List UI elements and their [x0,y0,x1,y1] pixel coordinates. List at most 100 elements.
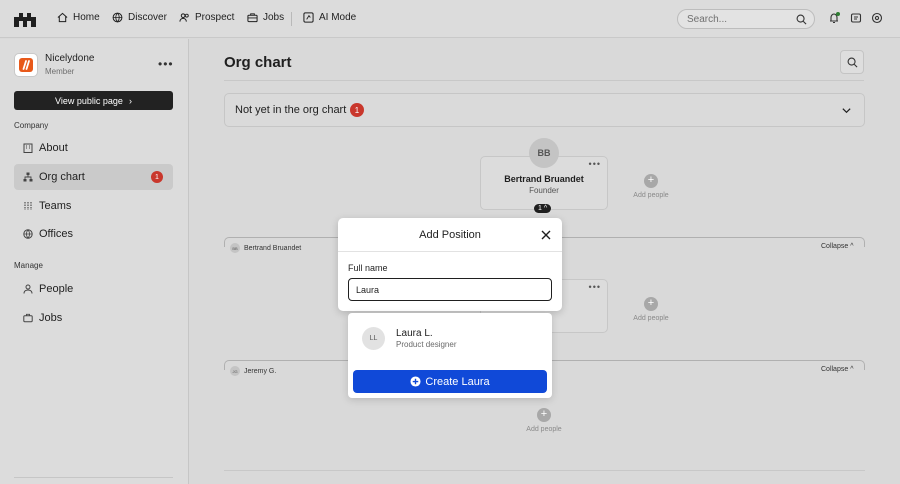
card-role: Founder [529,186,559,195]
notification-dot [836,12,840,16]
chevron-up-icon: ^ [850,243,854,250]
add-people-label: Add people [526,426,562,433]
company-section-label: Company [14,121,49,130]
sidebar-item-teams-label: Teams [39,200,72,212]
nav-home[interactable]: Home [57,12,100,23]
org-search-button[interactable] [840,50,864,74]
chevron-up-icon: ^ [543,205,548,212]
avatar: LL [362,327,385,350]
more-options-icon[interactable]: ••• [158,57,174,71]
plus-circle-icon [410,376,421,387]
sidebar-item-offices[interactable]: Offices [14,221,173,247]
card-more-icon[interactable]: ••• [589,159,601,169]
manage-section-label: Manage [14,261,43,270]
add-position-modal: Add Position Full name [338,218,562,311]
building-icon [23,143,33,153]
name-suggestions-dropdown: LL Laura L. Product designer Create Laur… [348,313,552,398]
nav-jobs[interactable]: Jobs [247,12,284,23]
people-icon [179,13,189,22]
plus-icon: + [644,174,658,188]
content-divider [224,470,865,471]
title-divider [224,80,864,81]
sidebar-item-teams[interactable]: Teams [14,193,173,219]
suggestion-name[interactable]: Laura L. [396,328,433,339]
reports-count: 1 [538,205,542,212]
not-yet-count-badge: 1 [350,103,364,117]
briefcase-icon [247,13,258,23]
view-public-page-label: View public page [55,95,123,106]
add-people-button[interactable]: + Add people [514,408,574,433]
mini-avatar: BB [230,243,240,253]
group-owner-name: Bertrand Bruandet [244,244,302,252]
brand-icon [19,58,33,72]
search-icon [796,14,807,25]
nav-ai-mode[interactable]: AI Mode [303,12,356,23]
messages-icon[interactable] [850,12,862,24]
sidebar-item-people[interactable]: People [14,276,173,302]
chevron-up-icon: ^ [850,366,854,373]
add-people-button[interactable]: + Add people [621,297,681,322]
org-chart-count-badge: 1 [151,171,163,183]
people-icon [23,284,33,294]
collapse-label: Collapse [821,366,849,373]
settings-icon[interactable] [871,12,883,24]
add-people-label: Add people [633,315,669,322]
sidebar-item-org-chart[interactable]: Org chart 1 [14,164,173,190]
avatar: BB [529,138,559,168]
nav-divider [291,12,292,26]
view-public-page-button[interactable]: View public page › [14,91,173,110]
chevron-down-icon[interactable] [841,105,852,116]
brand-role: Member [45,67,75,76]
group-owner-name: Jeremy G. [244,367,277,375]
plus-icon: + [537,408,551,422]
modal-divider [338,251,562,252]
sidebar-item-people-label: People [39,283,74,295]
nav-home-label: Home [73,12,100,23]
not-yet-in-org-chart-panel[interactable]: Not yet in the org chart 1 [224,93,865,127]
full-name-input[interactable] [348,278,552,301]
teams-icon [24,202,32,210]
add-people-button[interactable]: + Add people [621,174,681,199]
card-name: Bertrand Bruandet [504,174,584,184]
nav-prospect-label: Prospect [195,12,235,23]
nav-discover-label: Discover [128,12,167,23]
sidebar-item-jobs[interactable]: Jobs [14,305,173,331]
collapse-button[interactable]: Collapse ^ [821,243,854,250]
search-placeholder: Search... [687,14,728,25]
create-person-button[interactable]: Create Laura [353,370,547,393]
search-input[interactable]: Search... [677,9,815,29]
chevron-right-icon: › [128,95,132,106]
globe-icon [112,12,123,23]
nav-prospect[interactable]: Prospect [179,12,234,23]
modal-title: Add Position [419,229,481,241]
brand-name: Nicelydone [45,53,95,64]
nav-ai-mode-label: AI Mode [319,12,357,23]
sidebar-item-about-label: About [39,142,68,154]
org-chart-icon [23,172,33,182]
brand-logo[interactable] [14,53,38,77]
sidebar-item-about[interactable]: About [14,135,173,161]
search-icon [847,57,857,67]
card-more-icon[interactable]: ••• [589,282,601,292]
full-name-label: Full name [348,263,388,273]
mini-avatar: JG [230,366,240,376]
sidebar: Nicelydone Member ••• View public page ›… [0,39,189,484]
add-people-label: Add people [633,192,669,199]
sidebar-item-jobs-label: Jobs [39,312,63,324]
collapse-button[interactable]: Collapse ^ [821,366,854,373]
close-icon[interactable] [540,229,552,241]
group-owner-row: BB Bertrand Bruandet [230,243,301,253]
nav-discover[interactable]: Discover [112,12,167,23]
sidebar-item-offices-label: Offices [39,228,74,240]
briefcase-icon [23,313,33,323]
not-yet-label: Not yet in the org chart [235,104,347,116]
home-icon [57,12,68,23]
reports-count-toggle[interactable]: 1 ^ [534,204,552,213]
sidebar-item-org-chart-label: Org chart [39,171,85,183]
page-title: Org chart [224,54,292,71]
ai-icon [303,12,314,23]
plus-icon: + [644,297,658,311]
group-owner-row: JG Jeremy G. [230,366,276,376]
app-logo[interactable] [14,11,36,27]
globe-icon [23,229,33,239]
